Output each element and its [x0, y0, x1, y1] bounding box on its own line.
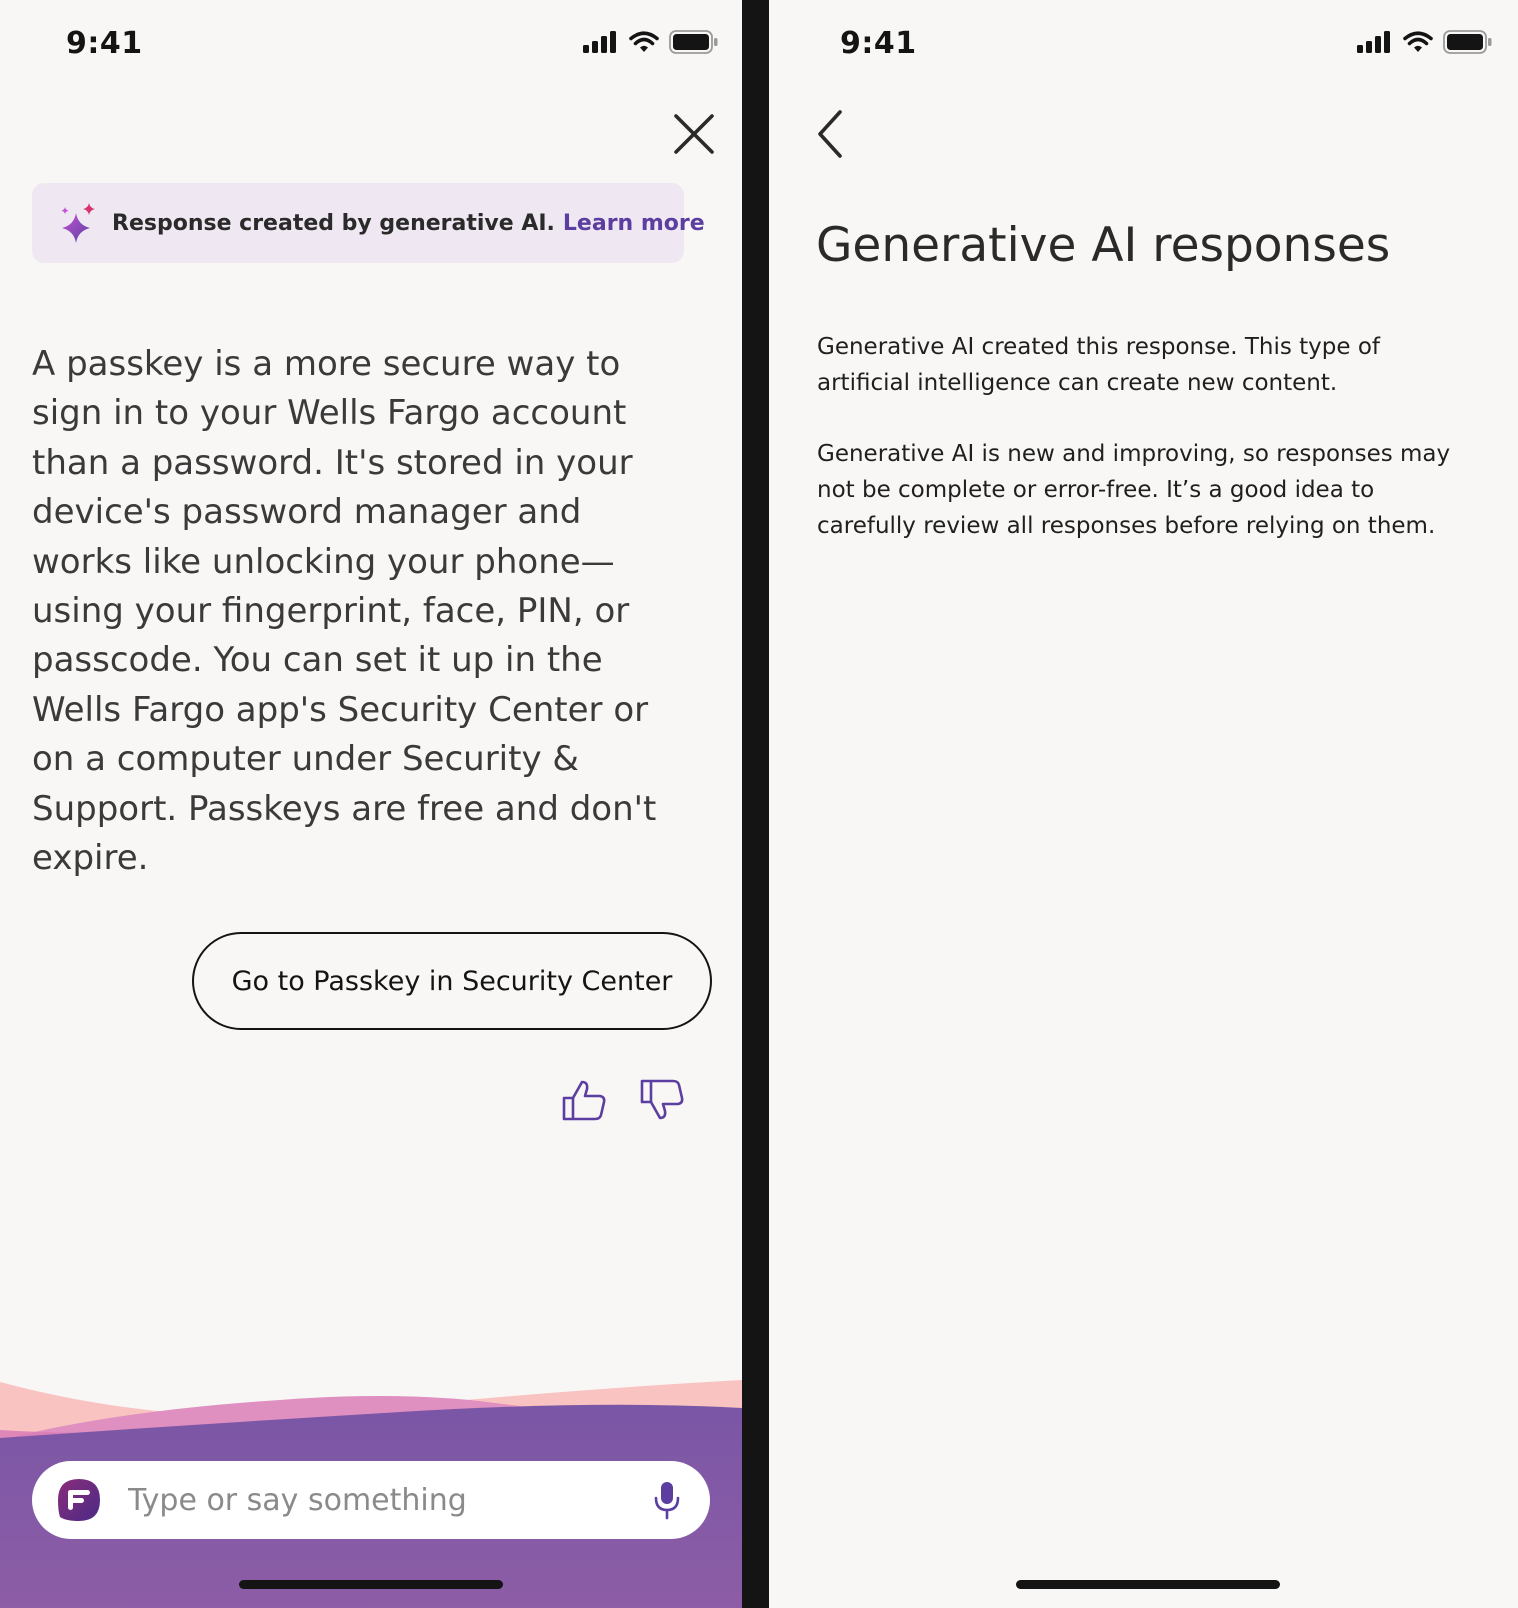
info-paragraph: Generative AI is new and improving, so r…: [817, 441, 1451, 539]
cellular-signal-icon: [583, 31, 616, 53]
go-to-passkey-button[interactable]: Go to Passkey in Security Center: [192, 932, 712, 1030]
chat-input[interactable]: [126, 1481, 652, 1519]
home-indicator: [239, 1580, 503, 1589]
thumbs-down-icon[interactable]: [638, 1076, 686, 1124]
thumbs-up-icon[interactable]: [560, 1076, 608, 1124]
learn-more-link[interactable]: Learn more: [563, 211, 705, 236]
home-indicator: [1016, 1580, 1280, 1589]
battery-icon: [1443, 30, 1492, 54]
chat-input-bar: [32, 1461, 710, 1539]
chevron-left-icon[interactable]: [810, 108, 854, 160]
ai-disclosure-banner: Response created by generative AI. Learn…: [32, 183, 705, 263]
status-icons: [583, 30, 719, 54]
assistant-answer: A passkey is a more secure way to sign i…: [32, 344, 657, 879]
status-icons: [1357, 30, 1493, 54]
cellular-signal-icon: [1357, 31, 1390, 53]
chat-screen: 9:41 Response created by generative AI. …: [0, 0, 742, 1608]
battery-icon: [669, 30, 718, 54]
status-time: 9:41: [840, 26, 917, 61]
close-icon[interactable]: [670, 110, 718, 158]
info-paragraph: Generative AI created this response. Thi…: [817, 334, 1381, 396]
microphone-icon[interactable]: [652, 1480, 682, 1520]
status-time: 9:41: [66, 26, 143, 61]
wifi-icon: [629, 31, 659, 52]
sparkle-icon: [61, 203, 95, 243]
banner-text: Response created by generative AI.: [112, 210, 555, 236]
page-title: Generative AI responses: [816, 218, 1391, 273]
assistant-logo-icon: [58, 1479, 100, 1521]
wifi-icon: [1403, 31, 1433, 52]
